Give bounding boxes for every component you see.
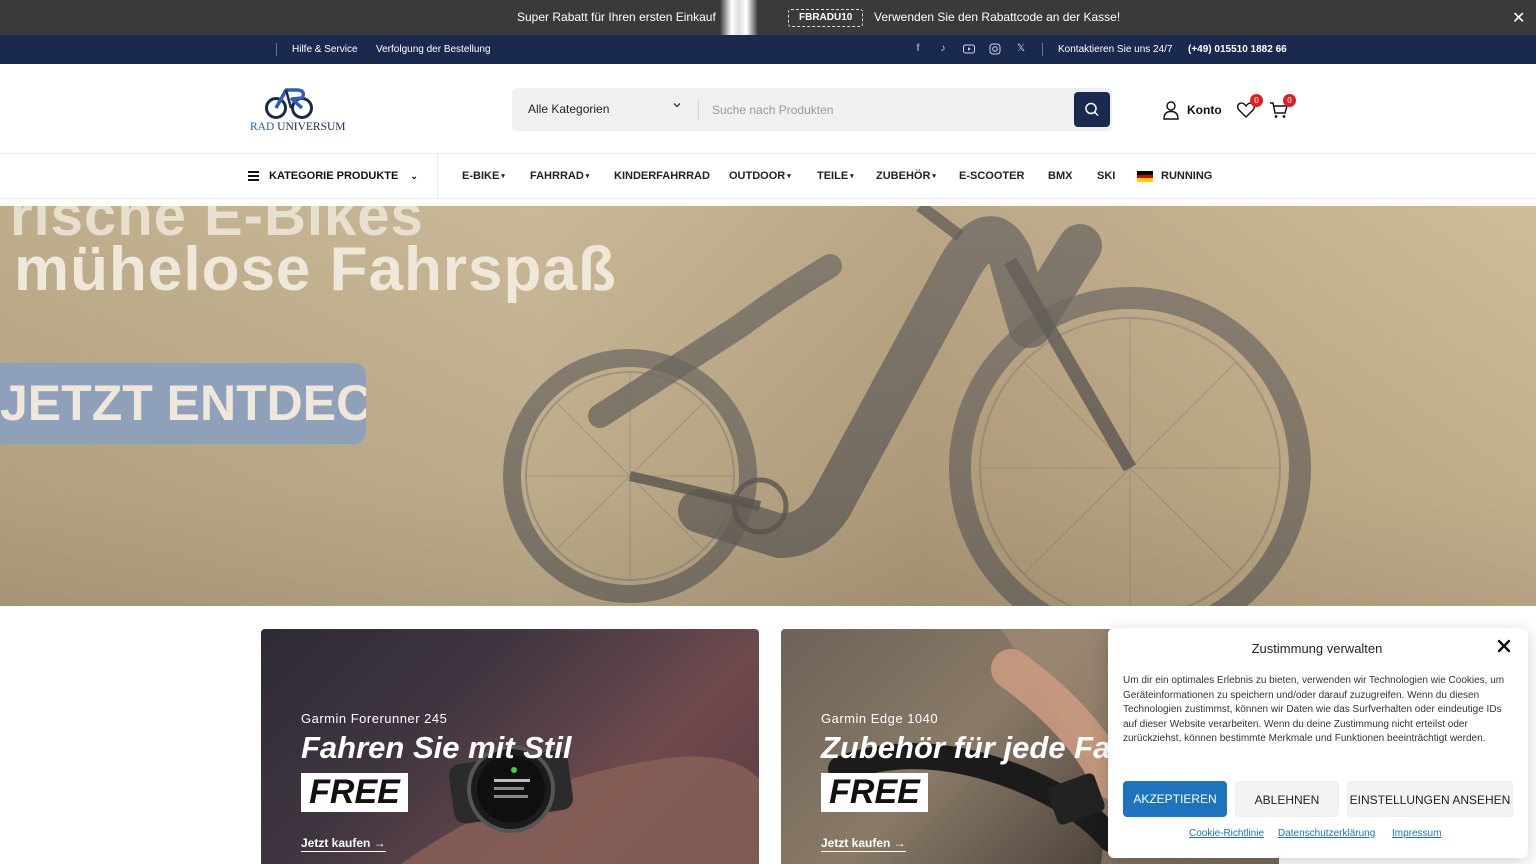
nav-item-running[interactable]: RUNNING: [1161, 170, 1212, 182]
nav-item-teile[interactable]: TEILE ▾: [817, 170, 854, 182]
chevron-down-icon: ▾: [501, 173, 505, 180]
card-title: Fahren Sie mit Stil: [301, 730, 572, 765]
deny-button[interactable]: ABLEHNEN: [1235, 781, 1339, 817]
promo-card[interactable]: Garmin Forerunner 245 Fahren Sie mit Sti…: [261, 629, 759, 864]
logo-text-rad: RAD: [250, 121, 275, 133]
divider: [276, 43, 277, 56]
card-title: Zubehör für jede Fahrt: [821, 730, 1152, 765]
search-input[interactable]: [712, 98, 1062, 121]
accept-button[interactable]: AKZEPTIEREN: [1123, 781, 1227, 817]
cart-button[interactable]: 0: [1269, 94, 1296, 120]
card-subtitle: Garmin Edge 1040: [821, 711, 939, 726]
promo-hint: Verwenden Sie den Rabattcode an der Kass…: [874, 10, 1121, 24]
help-service-link[interactable]: Hilfe & Service: [292, 44, 358, 55]
privacy-policy-link[interactable]: Datenschutzerklärung: [1278, 828, 1375, 839]
facebook-icon[interactable]: f: [912, 43, 924, 55]
nav-item-outdoor[interactable]: OUTDOOR ▾: [729, 170, 791, 182]
logo[interactable]: RAD UNIVERSUM: [250, 82, 350, 136]
nav-item-e-scooter[interactable]: E-SCOOTER: [959, 170, 1024, 182]
logo-text-universum: UNIVERSUM: [274, 121, 346, 133]
divider: [1042, 43, 1043, 56]
search-button[interactable]: [1074, 92, 1110, 127]
account-label: Konto: [1187, 103, 1222, 117]
free-badge: FREE: [821, 773, 928, 812]
category-products-label: KATEGORIE PRODUKTE: [269, 169, 399, 182]
search-icon: [1085, 102, 1099, 117]
german-flag-icon: [1137, 171, 1153, 182]
card-subtitle: Garmin Forerunner 245: [301, 711, 448, 726]
instagram-icon[interactable]: [989, 43, 1001, 55]
cookie-text: Um dir ein optimales Erlebnis zu bieten,…: [1123, 675, 1505, 744]
wishlist-button[interactable]: 0: [1236, 94, 1263, 120]
promo-highlight: [720, 0, 758, 35]
tiktok-icon[interactable]: ♪: [937, 43, 949, 55]
menu-icon: [248, 169, 259, 183]
top-info-bar: Hilfe & Service Verfolgung der Bestellun…: [0, 35, 1536, 64]
hero-headline: mühelose Fahrspaß: [14, 235, 617, 304]
shop-now-link[interactable]: Jetzt kaufen →: [301, 836, 386, 852]
category-select[interactable]: Alle Kategorien: [528, 102, 609, 116]
phone-link[interactable]: (+49) 015510 1882 66: [1188, 44, 1287, 55]
account-link[interactable]: Konto: [1162, 100, 1232, 120]
x-icon[interactable]: 𝕏: [1015, 43, 1027, 55]
main-nav: KATEGORIE PRODUKTE ⌄ E-BIKE ▾ FAHRRAD ▾ KIN…: [0, 154, 1536, 199]
chevron-down-icon[interactable]: [672, 100, 682, 113]
nav-divider: [437, 154, 438, 199]
free-badge: FREE: [301, 773, 408, 812]
discover-button[interactable]: JETZT ENTDECKEN: [0, 363, 366, 444]
promo-bar: Super Rabatt für Ihren ersten Einkauf FB…: [0, 0, 1536, 35]
nav-item-zubehoer[interactable]: ZUBEHÖR ▾: [876, 170, 936, 182]
site-header: RAD UNIVERSUM Alle Kategorien Konto 0 0: [0, 64, 1536, 154]
chevron-down-icon: ▾: [585, 173, 590, 180]
nav-item-e-bike[interactable]: E-BIKE ▾: [462, 170, 505, 182]
hero-banner: rische E-Bikes mühelose Fahrspaß JETZT E…: [0, 206, 1536, 606]
promo-code[interactable]: FBRADU10: [788, 9, 864, 27]
nav-item-kinderfahrrad[interactable]: KINDERFAHRRAD: [614, 170, 710, 182]
chevron-down-icon: ▾: [850, 173, 854, 180]
user-icon: [1163, 101, 1179, 120]
wishlist-count: 0: [1250, 94, 1263, 107]
close-icon[interactable]: [1496, 638, 1512, 654]
chevron-down-icon: ⌄: [410, 170, 418, 181]
close-icon[interactable]: ✕: [1512, 8, 1525, 28]
nav-item-ski[interactable]: SKI: [1097, 170, 1115, 182]
cart-count: 0: [1283, 94, 1296, 107]
imprint-link[interactable]: Impressum: [1392, 828, 1441, 839]
shop-now-link[interactable]: Jetzt kaufen →: [821, 836, 906, 852]
search-divider: [698, 100, 699, 120]
logo-text: RAD UNIVERSUM: [250, 121, 346, 133]
youtube-icon[interactable]: [963, 43, 975, 55]
view-preferences-button[interactable]: EINSTELLUNGEN ANSEHEN: [1347, 781, 1513, 817]
category-products-button[interactable]: KATEGORIE PRODUKTE ⌄: [248, 169, 418, 183]
cookie-consent-dialog: Zustimmung verwalten Um dir ein optimale…: [1108, 628, 1528, 858]
search-bar: Alle Kategorien: [512, 88, 1112, 131]
contact-label: Kontaktieren Sie uns 24/7: [1058, 44, 1173, 55]
cookie-policy-link[interactable]: Cookie-Richtlinie: [1189, 828, 1264, 839]
nav-item-fahrrad[interactable]: FAHRRAD ▾: [530, 170, 589, 182]
cookie-title: Zustimmung verwalten: [1251, 641, 1383, 656]
order-tracking-link[interactable]: Verfolgung der Bestellung: [376, 44, 491, 55]
promo-text: Super Rabatt für Ihren ersten Einkauf: [517, 10, 716, 24]
nav-item-bmx[interactable]: BMX: [1048, 170, 1072, 182]
chevron-down-icon: ▾: [787, 173, 791, 180]
chevron-down-icon: ▾: [932, 173, 936, 180]
